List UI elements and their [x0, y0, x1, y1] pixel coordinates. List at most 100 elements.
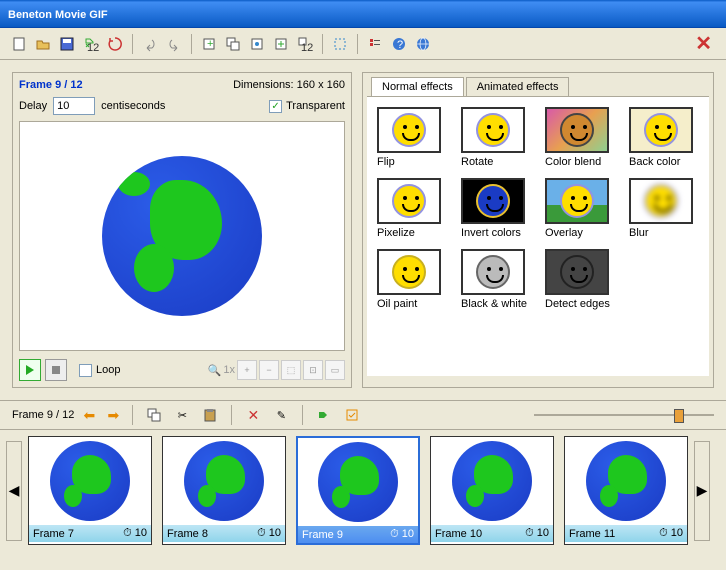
redo-button[interactable]	[163, 33, 185, 55]
frame-delay: ⏱ 10	[123, 527, 147, 540]
svg-text:123: 123	[301, 42, 313, 51]
frame-delay: ⏱ 10	[257, 527, 281, 540]
frame-footer: Frame 11⏱ 10	[565, 525, 687, 542]
transparent-checkbox[interactable]: ✓ Transparent	[269, 100, 345, 113]
scroll-right-button[interactable]: ▶	[694, 441, 710, 541]
transparent-label: Transparent	[286, 100, 345, 112]
effect-thumb	[629, 178, 693, 224]
add-frame-button[interactable]: +	[198, 33, 220, 55]
effect-invert-colors[interactable]: Invert colors	[461, 178, 531, 239]
dimensions-label: Dimensions: 160 x 160	[233, 79, 345, 91]
timeline-frame[interactable]: Frame 11⏱ 10	[564, 436, 688, 545]
effect-detect-edges[interactable]: Detect edges	[545, 249, 615, 310]
effect-color-blend[interactable]: Color blend	[545, 107, 615, 168]
prev-frame-button[interactable]: ⬅	[80, 406, 98, 424]
toolbar-separator	[132, 34, 133, 54]
fit-button[interactable]: ⬚	[281, 360, 301, 380]
globe-icon	[50, 441, 130, 521]
effect-label: Black & white	[461, 298, 531, 310]
effect-label: Color blend	[545, 156, 615, 168]
crop-button[interactable]	[329, 33, 351, 55]
zoom-out-button[interactable]: −	[259, 360, 279, 380]
effect-oil-paint[interactable]: Oil paint	[377, 249, 447, 310]
toolbar-separator	[191, 34, 192, 54]
frame-delay: ⏱ 10	[525, 527, 549, 540]
save-file-button[interactable]	[56, 33, 78, 55]
undo-button[interactable]	[139, 33, 161, 55]
timeline-frame[interactable]: Frame 10 ⏱ 10	[430, 436, 554, 545]
svg-text:?: ?	[397, 39, 403, 51]
frame-footer: Frame 7⏱ 10	[29, 525, 151, 542]
reload-button[interactable]	[104, 33, 126, 55]
toolbar-separator	[357, 34, 358, 54]
batch-settings-button[interactable]: 123	[294, 33, 316, 55]
frame-footer: Frame 9⏱ 10	[298, 526, 418, 543]
export-batch-button[interactable]: 123	[80, 33, 102, 55]
main-content: Frame 9 / 12 Dimensions: 160 x 160 Delay…	[0, 60, 726, 400]
effect-thumb	[545, 107, 609, 153]
smiley-icon	[644, 184, 678, 218]
cut-frame-button[interactable]: ✂	[171, 404, 193, 426]
delay-input[interactable]	[53, 97, 95, 115]
dup-frame-button[interactable]	[222, 33, 244, 55]
frame-label: Frame 10	[435, 528, 482, 540]
help-button[interactable]: ?	[388, 33, 410, 55]
globe-icon	[318, 442, 398, 522]
timeline-frame[interactable]: Frame 7⏱ 10	[28, 436, 152, 545]
effect-thumb	[629, 107, 693, 153]
smiley-icon	[560, 184, 594, 218]
tab-normal-effects[interactable]: Normal effects	[371, 77, 464, 96]
apply-button[interactable]	[313, 404, 335, 426]
effect-rotate[interactable]: Rotate	[461, 107, 531, 168]
copy-frame-button[interactable]	[143, 404, 165, 426]
list-view-button[interactable]	[364, 33, 386, 55]
move-frame-button[interactable]	[270, 33, 292, 55]
delete-frame-button[interactable]: ✕	[242, 404, 264, 426]
toolbar-separator	[231, 405, 232, 425]
actual-size-button[interactable]: ⊡	[303, 360, 323, 380]
frame-thumb	[298, 438, 418, 526]
delay-unit: centiseconds	[101, 100, 165, 112]
edit-frame-button[interactable]: ✎	[270, 404, 292, 426]
zoom-in-button[interactable]: +	[237, 360, 257, 380]
effect-pixelize[interactable]: Pixelize	[377, 178, 447, 239]
effect-flip[interactable]: Flip	[377, 107, 447, 168]
stop-button[interactable]	[45, 359, 67, 381]
frame-thumb	[565, 437, 687, 525]
effect-label: Invert colors	[461, 227, 531, 239]
paste-frame-button[interactable]	[199, 404, 221, 426]
effects-panel: Normal effects Animated effects FlipRota…	[362, 72, 714, 388]
tab-animated-effects[interactable]: Animated effects	[466, 77, 570, 96]
open-file-button[interactable]	[32, 33, 54, 55]
effect-thumb	[461, 249, 525, 295]
svg-text:+: +	[207, 38, 213, 50]
check-icon: ✓	[79, 364, 92, 377]
effect-overlay[interactable]: Overlay	[545, 178, 615, 239]
effect-back-color[interactable]: Back color	[629, 107, 699, 168]
fullscreen-button[interactable]: ▭	[325, 360, 345, 380]
loop-label: Loop	[96, 364, 120, 376]
toolbar-separator	[132, 405, 133, 425]
check-icon: ✓	[269, 100, 282, 113]
timeline-slider[interactable]	[534, 405, 714, 425]
web-button[interactable]	[412, 33, 434, 55]
effect-blur[interactable]: Blur	[629, 178, 699, 239]
select-all-button[interactable]	[341, 404, 363, 426]
scroll-left-button[interactable]: ◀	[6, 441, 22, 541]
effect-label: Overlay	[545, 227, 615, 239]
next-frame-button[interactable]: ➡	[104, 406, 122, 424]
timeline-frame[interactable]: Frame 9⏱ 10	[296, 436, 420, 545]
effects-grid-container: FlipRotate Color blend Back color Pixelize I…	[367, 96, 709, 376]
effect-thumb	[461, 178, 525, 224]
frame-props-button[interactable]	[246, 33, 268, 55]
play-button[interactable]	[19, 359, 41, 381]
svg-text:123: 123	[87, 42, 99, 51]
effect-black-white[interactable]: Black & white	[461, 249, 531, 310]
timeline-frame[interactable]: Frame 8⏱ 10	[162, 436, 286, 545]
frame-label: Frame 9	[302, 529, 343, 541]
smiley-icon	[392, 255, 426, 289]
delay-label: Delay	[19, 100, 47, 112]
loop-checkbox[interactable]: ✓ Loop	[79, 364, 120, 377]
close-button[interactable]: ✕	[689, 31, 718, 56]
new-file-button[interactable]	[8, 33, 30, 55]
